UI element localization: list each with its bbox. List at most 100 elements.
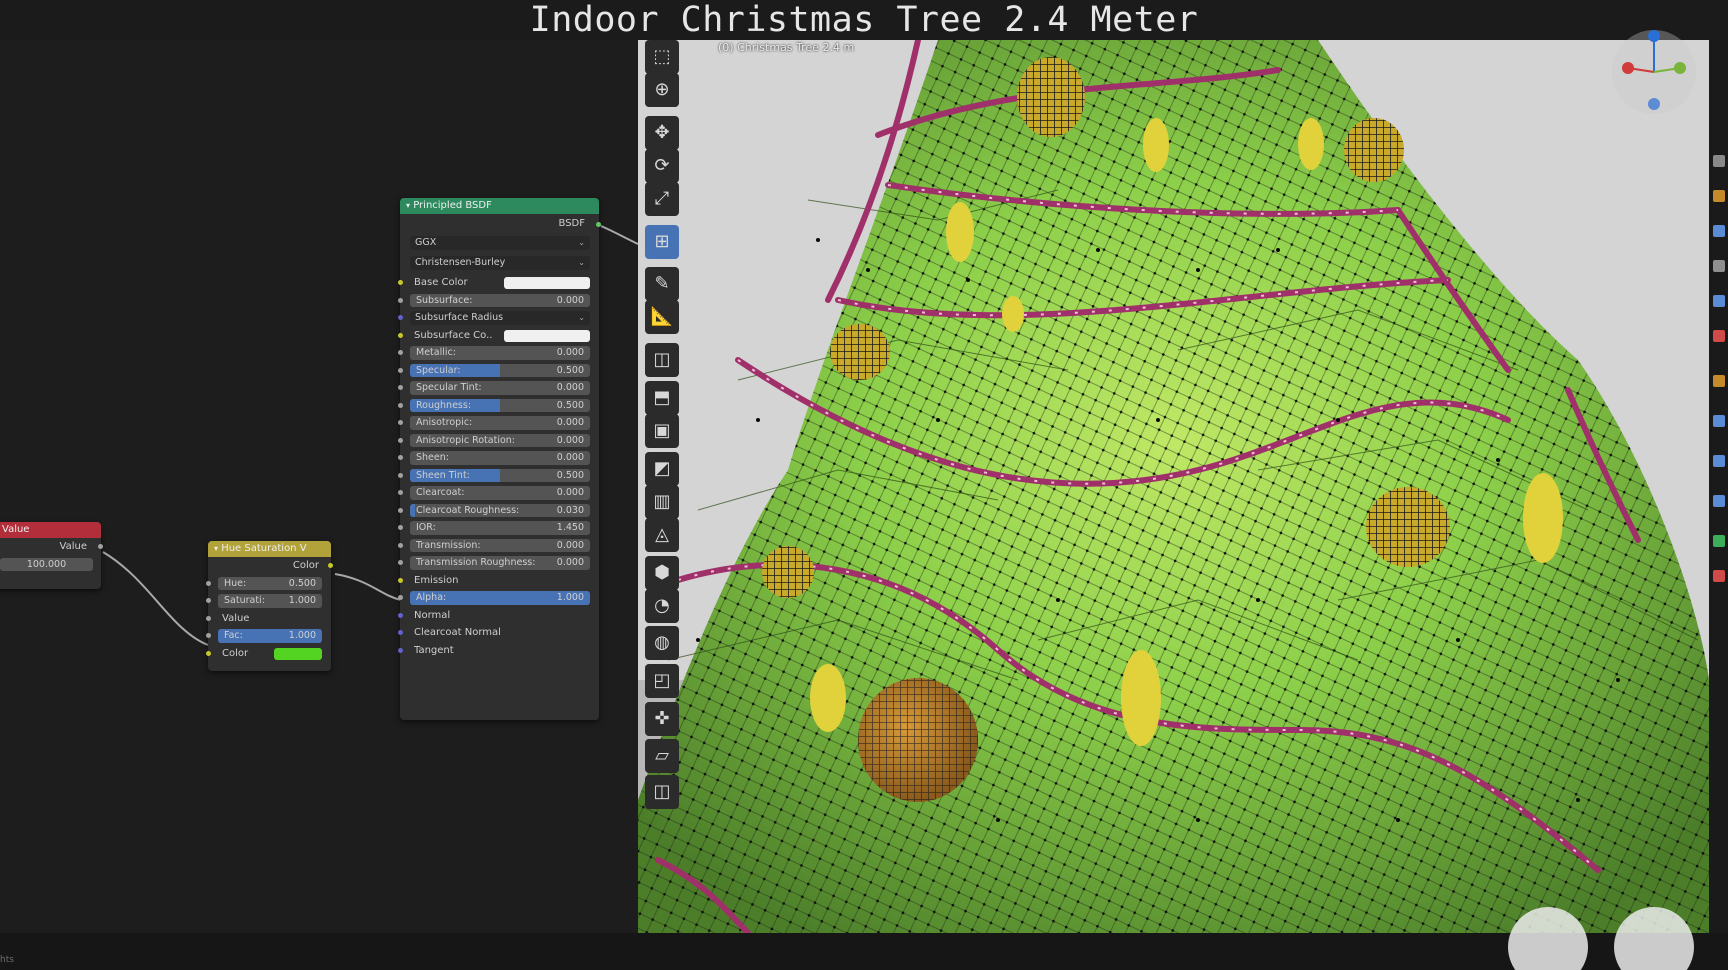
input-socket[interactable] [398,612,403,618]
properties-material-icon[interactable] [1713,415,1725,427]
value-slider-field[interactable]: Specular Tint: 0.000 [410,381,590,395]
properties-scene-icon[interactable] [1713,535,1725,547]
color-input-socket[interactable] [206,650,211,656]
input-socket[interactable] [398,402,403,408]
extrude-region-icon[interactable]: ⬒ [645,381,679,415]
value-field[interactable]: 100.000 [0,557,93,571]
value-slider-field[interactable]: Alpha: 1.000 [410,591,590,605]
hue-sat-output-socket[interactable] [328,563,333,568]
hue-saturation-header[interactable]: ▾ Hue Saturation V [208,541,331,557]
input-socket[interactable] [398,560,403,565]
input-socket[interactable] [398,647,403,653]
value-slider-field[interactable]: Subsurface: 0.000 [410,293,590,307]
saturation-socket[interactable] [206,598,211,603]
input-socket[interactable] [398,525,403,530]
3d-viewport[interactable]: (0) Christmas Tree 2.4 m [638,40,1709,933]
value-slider-field[interactable]: Metallic: 0.000 [410,346,590,360]
input-socket[interactable] [398,280,403,285]
scale-icon[interactable]: ⤢ [645,182,679,216]
properties-object-icon[interactable] [1713,190,1725,202]
value-slider-field[interactable]: IOR: 1.450 [410,521,590,535]
properties-physics-icon[interactable] [1713,295,1725,307]
spin-icon[interactable]: ◔ [645,589,679,623]
shrink-fatten-icon[interactable]: ✜ [645,702,679,736]
hue-socket[interactable] [206,580,211,586]
loop-cut-icon[interactable]: ▥ [645,485,679,519]
input-socket[interactable] [398,420,403,425]
distribution-dropdown[interactable]: GGX ⌄ [410,236,590,250]
input-socket[interactable] [398,472,403,478]
value-slider-field[interactable]: Clearcoat: 0.000 [410,486,590,500]
properties-texture-icon[interactable] [1713,455,1725,467]
value-slider-field[interactable]: Roughness: 0.500 [410,398,590,412]
knife-icon[interactable]: ◬ [645,518,679,552]
smooth-icon[interactable]: ◍ [645,626,679,660]
navigation-gizmo-icon[interactable] [1606,24,1702,120]
color-swatch[interactable] [504,329,590,342]
value-slider-field[interactable]: Anisotropic: 0.000 [410,416,590,430]
rotate-icon[interactable]: ⟳ [645,149,679,183]
input-socket[interactable] [398,350,403,355]
properties-modifier-icon[interactable] [1713,225,1725,237]
value-slider-field[interactable]: Sheen Tint: 0.500 [410,468,590,482]
input-socket[interactable] [398,332,403,338]
input-socket[interactable] [398,490,403,495]
input-socket[interactable] [398,507,403,513]
input-socket[interactable] [398,630,403,635]
move-icon[interactable]: ✥ [645,116,679,150]
saturation-field[interactable]: Saturati: 1.000 [218,594,322,608]
input-socket[interactable] [398,315,403,320]
color-swatch[interactable] [274,647,322,660]
properties-render-icon[interactable] [1713,570,1725,582]
shear-icon[interactable]: ▱ [645,739,679,773]
value-node[interactable]: Value Value 100.000 [0,522,103,589]
subsurface-radius-dropdown[interactable]: Subsurface Radius ⌄ [410,311,590,325]
input-socket[interactable] [398,455,403,460]
value-slider-field[interactable]: Transmission: 0.000 [410,538,590,552]
properties-data-icon[interactable] [1713,375,1725,387]
fac-field[interactable]: Fac: 1.000 [218,629,322,643]
edge-slide-icon[interactable]: ◰ [645,664,679,698]
bevel-icon[interactable]: ◩ [645,452,679,486]
inset-faces-icon[interactable]: ▣ [645,414,679,448]
hue-saturation-node[interactable]: ▾ Hue Saturation V Color Hue: 0.500 Satu… [206,541,333,671]
chevron-down-icon[interactable]: ▾ [406,201,410,210]
subsurface-method-dropdown[interactable]: Christensen-Burley ⌄ [410,256,590,270]
hue-field[interactable]: Hue: 0.500 [218,576,322,590]
input-socket[interactable] [398,542,403,548]
value-input-socket[interactable] [206,615,211,621]
input-socket[interactable] [398,367,403,373]
poly-build-icon[interactable]: ⬢ [645,556,679,590]
annotate-icon[interactable]: ✎ [645,267,679,301]
principled-bsdf-node[interactable]: ▾ Principled BSDF BSDF GGX ⌄ Christensen… [398,198,601,720]
bsdf-output-socket[interactable] [596,222,601,227]
value-slider-field[interactable]: Clearcoat Roughness: 0.030 [410,503,590,517]
value-slider-field[interactable]: Specular: 0.500 [410,363,590,377]
select-box-icon[interactable]: ⬚ [645,40,679,74]
node-editor[interactable]: Value Value 100.000 ▾ Hue Saturation V C… [0,40,638,933]
rip-region-icon[interactable]: ◫ [645,775,679,809]
value-output-socket[interactable] [98,544,103,549]
bsdf-input-row: Subsurface Co.. [398,327,599,345]
input-socket[interactable] [398,595,403,600]
value-slider-field[interactable]: Sheen: 0.000 [410,451,590,465]
transform-icon[interactable]: ⊞ [645,225,679,259]
properties-constraint-icon[interactable] [1713,330,1725,342]
chevron-down-icon[interactable]: ▾ [214,544,218,553]
value-slider-field[interactable]: Transmission Roughness: 0.000 [410,556,590,570]
cursor-icon[interactable]: ⊕ [645,73,679,107]
properties-world-icon[interactable] [1713,495,1725,507]
input-socket[interactable] [398,577,403,583]
measure-icon[interactable]: 📐 [645,300,679,334]
add-cube-icon[interactable]: ◫ [645,343,679,377]
properties-particles-icon[interactable] [1713,260,1725,272]
properties-tool-icon[interactable] [1713,155,1725,167]
bsdf-header[interactable]: ▾ Principled BSDF [400,198,599,214]
fac-socket[interactable] [206,633,211,638]
input-socket[interactable] [398,437,403,443]
input-socket[interactable] [398,297,403,303]
input-socket[interactable] [398,385,403,390]
color-swatch[interactable] [504,277,590,289]
value-slider-field[interactable]: Anisotropic Rotation: 0.000 [410,433,590,447]
value-node-header[interactable]: Value [0,522,101,538]
